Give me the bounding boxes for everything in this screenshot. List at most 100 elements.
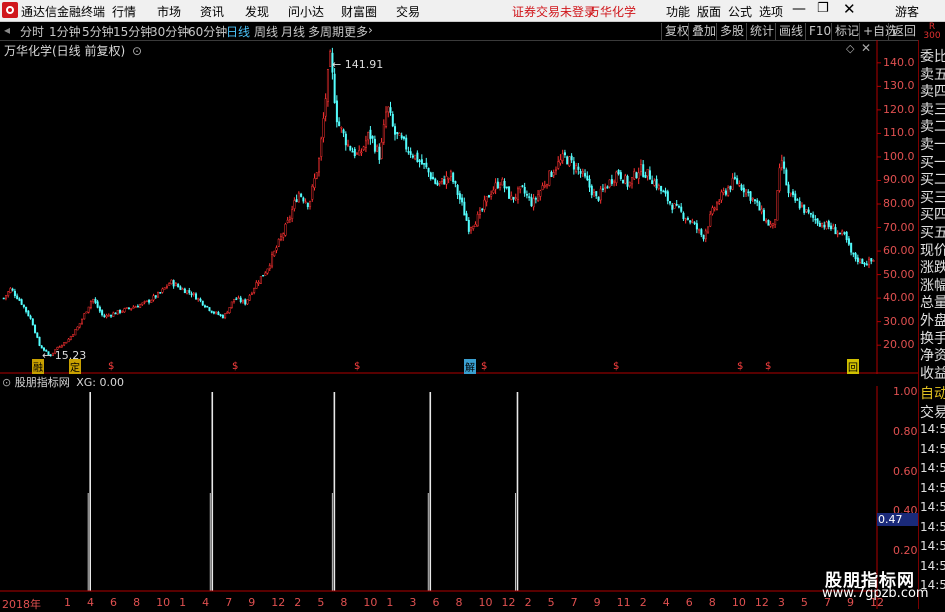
candle-body <box>745 189 748 195</box>
menu-item-shichang[interactable]: 市场 <box>157 3 181 20</box>
restore-icon[interactable]: ❐ <box>817 1 829 16</box>
candle-body <box>776 190 779 221</box>
quote-item[interactable]: 收益 <box>920 363 945 383</box>
event-dollar-5[interactable]: $ <box>613 361 619 372</box>
candle-body <box>244 299 247 305</box>
candle-body <box>168 283 171 286</box>
tool-tongji[interactable]: 统计 <box>746 23 777 40</box>
event-dollar-7[interactable]: $ <box>765 361 771 372</box>
tool-diejia[interactable]: 叠加 <box>688 23 719 40</box>
login-status[interactable]: 证券交易未登录 <box>512 3 596 20</box>
candle-body <box>257 282 260 284</box>
candle-body <box>353 148 356 157</box>
trade-label[interactable]: 交易 <box>920 402 945 422</box>
candle-body <box>548 170 551 186</box>
event-dollar-1[interactable]: $ <box>108 361 114 372</box>
tool-f10[interactable]: F10 <box>805 23 834 40</box>
candle-body <box>219 314 222 317</box>
candle-body <box>226 312 229 314</box>
menu-item-banmian[interactable]: 版面 <box>697 3 721 20</box>
tool-fanhui[interactable]: 返回 <box>888 23 919 40</box>
price-axis-tick: 120.0 <box>883 102 915 116</box>
x-axis-label: 10 <box>156 596 171 609</box>
candle-body <box>541 185 544 191</box>
candle-body <box>221 314 224 319</box>
period-multi[interactable]: 多周期 <box>308 23 344 40</box>
candle-body <box>809 213 812 215</box>
candle-body <box>7 291 10 296</box>
period-fenshi[interactable]: 分时 <box>20 23 44 40</box>
tool-duogu[interactable]: 多股 <box>716 23 747 40</box>
candle-body <box>119 309 122 313</box>
candle-body <box>830 225 833 230</box>
candle-body <box>18 298 21 301</box>
period-15min[interactable]: 15分钟 <box>113 23 152 40</box>
period-5min[interactable]: 5分钟 <box>82 23 114 40</box>
candle-body <box>467 219 470 232</box>
candle-body <box>702 234 705 240</box>
candlestick-chart[interactable] <box>0 40 918 374</box>
candle-body <box>201 300 204 306</box>
candle-body <box>859 258 862 263</box>
event-dollar-2[interactable]: $ <box>232 361 238 372</box>
menu-item-wenxiaoda[interactable]: 问小达 <box>288 3 324 20</box>
candle-body <box>250 293 253 295</box>
candle-body <box>514 197 517 199</box>
event-jie-marker[interactable]: 解 <box>464 359 476 374</box>
event-hui-marker[interactable]: 回 <box>847 359 859 374</box>
candle-body <box>324 98 327 117</box>
period-monthly[interactable]: 月线 <box>281 23 305 40</box>
candle-body <box>575 165 578 172</box>
candle-body <box>601 188 604 190</box>
x-axis-label: 4 <box>87 596 95 609</box>
event-dollar-6[interactable]: $ <box>737 361 743 372</box>
auto-trade-label[interactable]: 自动 <box>920 383 945 403</box>
more-chevron-icon[interactable]: › <box>368 23 373 37</box>
period-30min[interactable]: 30分钟 <box>150 23 189 40</box>
guest-label[interactable]: 游客 <box>895 3 919 20</box>
event-rong-marker[interactable]: 融 <box>32 359 44 374</box>
indicator-chart[interactable] <box>0 386 918 609</box>
menu-item-caifuquan[interactable]: 财富圈 <box>341 3 377 20</box>
menu-item-gongshi[interactable]: 公式 <box>728 3 752 20</box>
minimize-icon[interactable]: — <box>792 1 806 17</box>
period-more[interactable]: 更多 <box>344 23 368 40</box>
candle-body <box>141 302 144 305</box>
candle-body <box>664 190 667 194</box>
candle-body <box>210 310 213 313</box>
candle-body <box>519 186 522 190</box>
panel-r-label[interactable]: R 300 <box>921 23 943 41</box>
tool-huaxian[interactable]: 画线 <box>775 23 806 40</box>
candle-body <box>814 218 817 221</box>
candle-body <box>689 220 692 223</box>
candle-body <box>94 298 97 303</box>
candle-body <box>863 263 866 265</box>
event-ding-marker[interactable]: 定 <box>69 359 81 374</box>
candle-body <box>31 318 34 326</box>
menu-item-zixun[interactable]: 资讯 <box>200 3 224 20</box>
event-dollar-4[interactable]: $ <box>481 361 487 372</box>
tool-biaoji[interactable]: 标记 <box>831 23 862 40</box>
candle-body <box>387 106 390 113</box>
event-dollar-3[interactable]: $ <box>354 361 360 372</box>
period-daily[interactable]: 日线 <box>226 23 250 40</box>
candle-body <box>803 204 806 213</box>
close-icon[interactable]: ✕ <box>843 0 856 18</box>
menu-item-jiaoyi[interactable]: 交易 <box>396 3 420 20</box>
tick-time: 14:56 <box>920 422 945 436</box>
candle-body <box>36 332 39 338</box>
menu-item-hangqing[interactable]: 行情 <box>112 3 136 20</box>
candle-body <box>87 306 90 313</box>
candle-body <box>756 200 759 203</box>
candle-body <box>821 223 824 227</box>
candle-body <box>342 129 345 134</box>
period-weekly[interactable]: 周线 <box>254 23 278 40</box>
tick-time: 14:56 <box>920 441 945 456</box>
candle-body <box>581 171 584 174</box>
menu-item-gongneng[interactable]: 功能 <box>666 3 690 20</box>
collapse-icon[interactable]: ◂ <box>4 23 10 37</box>
menu-item-faxian[interactable]: 发现 <box>245 3 269 20</box>
menu-item-xuanxiang[interactable]: 选项 <box>759 3 783 20</box>
period-60min[interactable]: 60分钟 <box>188 23 227 40</box>
period-1min[interactable]: 1分钟 <box>49 23 81 40</box>
